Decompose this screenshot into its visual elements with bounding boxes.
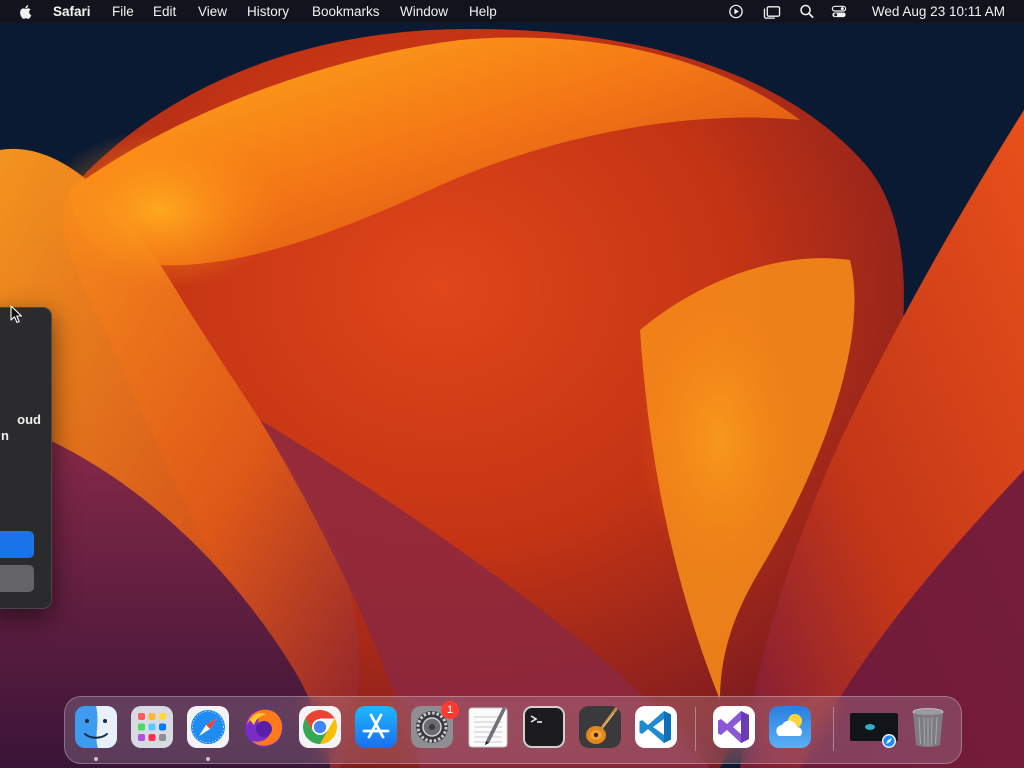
dock-item-vscode[interactable] xyxy=(634,705,678,749)
spotlight-search-icon[interactable] xyxy=(798,3,816,20)
menu-bar: Safari File Edit View History Bookmarks … xyxy=(0,0,1024,23)
desktop-wallpaper xyxy=(0,0,1024,768)
dock-item-weather[interactable] xyxy=(768,705,812,749)
menu-app-name[interactable]: Safari xyxy=(53,4,91,19)
downloads-stack-icon xyxy=(850,713,898,748)
dialog-secondary-button[interactable] xyxy=(0,565,34,592)
dialog-message-line: oud xyxy=(17,412,41,427)
finder-icon xyxy=(75,706,117,748)
dialog-primary-button[interactable] xyxy=(0,531,34,558)
menu-file[interactable]: File xyxy=(112,4,134,19)
notification-badge: 1 xyxy=(441,701,459,719)
garageband-icon xyxy=(579,706,621,748)
screen-recording-icon[interactable] xyxy=(727,3,745,20)
dialog-message-line: n xyxy=(1,428,9,443)
dock-item-chrome[interactable] xyxy=(298,705,342,749)
dock-item-terminal[interactable] xyxy=(522,705,566,749)
firefox-icon xyxy=(245,709,283,747)
dock-item-downloads[interactable] xyxy=(848,705,900,749)
textedit-icon xyxy=(468,707,508,748)
menu-help[interactable]: Help xyxy=(469,4,497,19)
vscode-icon xyxy=(635,706,677,748)
running-indicator xyxy=(206,757,210,761)
partial-dialog-window: oud n xyxy=(0,307,52,609)
mouse-cursor-icon xyxy=(10,305,23,324)
dock-item-app-store[interactable] xyxy=(354,705,398,749)
dock-item-firefox[interactable] xyxy=(242,705,286,749)
dock-item-trash[interactable] xyxy=(906,705,950,749)
chrome-icon xyxy=(299,706,341,748)
running-indicator xyxy=(94,757,98,761)
dock-item-textedit[interactable] xyxy=(466,705,510,749)
safari-icon xyxy=(187,706,229,748)
dock-item-launchpad[interactable] xyxy=(130,705,174,749)
menu-history[interactable]: History xyxy=(247,4,289,19)
control-center-icon[interactable] xyxy=(830,3,848,20)
stage-manager-icon[interactable] xyxy=(762,3,782,20)
apple-menu-icon[interactable] xyxy=(18,3,34,20)
menu-view[interactable]: View xyxy=(198,4,227,19)
weather-icon xyxy=(769,706,811,748)
menu-edit[interactable]: Edit xyxy=(153,4,176,19)
trash-icon xyxy=(912,708,944,747)
dock-item-finder[interactable] xyxy=(74,705,118,749)
visual-studio-icon xyxy=(713,706,755,748)
menu-window[interactable]: Window xyxy=(400,4,448,19)
dock-separator xyxy=(695,707,696,751)
menu-bookmarks[interactable]: Bookmarks xyxy=(312,4,380,19)
dock-item-garageband[interactable] xyxy=(578,705,622,749)
dock-separator xyxy=(833,707,834,751)
menu-bar-clock[interactable]: Wed Aug 23 10:11 AM xyxy=(872,4,1005,19)
terminal-icon xyxy=(523,706,565,748)
app-store-icon xyxy=(355,706,397,748)
dock-item-visual-studio[interactable] xyxy=(712,705,756,749)
dock-item-safari[interactable] xyxy=(186,705,230,749)
dialog-message: oud n xyxy=(0,412,41,444)
dock xyxy=(64,696,962,764)
launchpad-icon xyxy=(131,706,173,748)
